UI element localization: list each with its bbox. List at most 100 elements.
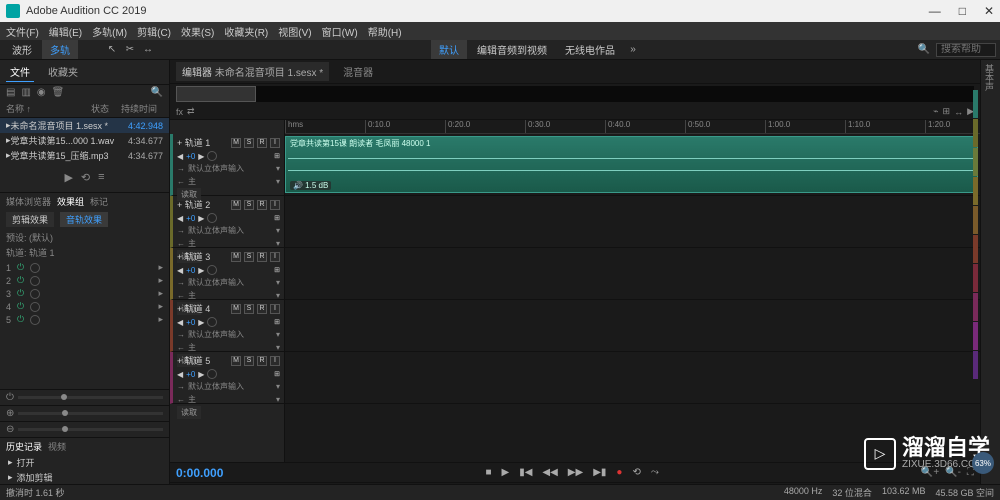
track-output[interactable]: 主	[188, 176, 196, 187]
menu-item[interactable]: 效果(S)	[181, 24, 214, 39]
solo-button[interactable]: S	[244, 356, 254, 366]
menu-item[interactable]: 剪辑(C)	[137, 24, 171, 39]
arm-button[interactable]: R	[257, 200, 267, 210]
record-button[interactable]: ●	[616, 467, 622, 478]
color-marker[interactable]	[973, 206, 978, 234]
search-help-input[interactable]	[936, 43, 996, 57]
file-row[interactable]: ▸ 党章共读第15_压缩.mp34:34.677	[0, 148, 169, 163]
track-header[interactable]: + 轨道 3MSRI ◀+0▶⊞ →默认立体声输入▾ ←主▾ 读取	[170, 248, 284, 300]
fx-slot[interactable]: 3⏻▸	[6, 287, 163, 300]
track-name[interactable]: + 轨道 5	[177, 354, 228, 367]
monitor-button[interactable]: I	[270, 200, 280, 210]
time-ruler[interactable]: hms0:10.00:20.00:30.00:40.00:50.01:00.01…	[285, 120, 980, 134]
go-end-button[interactable]: ▶▮	[593, 467, 606, 478]
arm-button[interactable]: R	[257, 356, 267, 366]
history-tab[interactable]: 历史记录	[6, 440, 42, 453]
overview-bar[interactable]	[176, 86, 974, 102]
color-marker[interactable]	[973, 148, 978, 176]
audio-clip[interactable]: 党章共读第15课 朗读者 毛凤丽 48000 1🔊 1.5 dB	[285, 136, 978, 193]
solo-button[interactable]: S	[244, 252, 254, 262]
track-lane[interactable]	[285, 196, 980, 248]
track-volume[interactable]: +0	[186, 266, 195, 275]
forward-button[interactable]: ▶▶	[568, 467, 583, 478]
track-input[interactable]: 默认立体声输入	[188, 225, 244, 236]
track-read[interactable]: 读取	[177, 406, 201, 419]
track-input[interactable]: 默认立体声输入	[188, 277, 244, 288]
workspace-edit-video[interactable]: 编辑音频到视频	[469, 40, 555, 59]
color-marker[interactable]	[973, 264, 978, 292]
fx-slot[interactable]: 5⏻▸	[6, 313, 163, 326]
markers-tab[interactable]: 标记	[90, 195, 108, 208]
track-output[interactable]: 主	[188, 238, 196, 249]
solo-button[interactable]: S	[244, 304, 254, 314]
multitrack-tab[interactable]: 多轨	[42, 40, 78, 59]
fx-slot[interactable]: 4⏻▸	[6, 300, 163, 313]
color-marker[interactable]	[973, 351, 978, 379]
track-volume[interactable]: +0	[186, 318, 195, 327]
solo-button[interactable]: S	[244, 138, 254, 148]
menu-item[interactable]: 文件(F)	[6, 24, 39, 39]
timecode[interactable]: 0:00.000	[176, 466, 223, 480]
track-output[interactable]: 主	[188, 342, 196, 353]
loop-button[interactable]: ⟲	[632, 467, 640, 478]
menu-item[interactable]: 编辑(E)	[49, 24, 82, 39]
monitor-button[interactable]: I	[270, 138, 280, 148]
close-button[interactable]: ✕	[984, 4, 994, 18]
eq-icon[interactable]: ⌁	[933, 106, 938, 117]
mixer-tab[interactable]: 混音器	[337, 62, 379, 81]
arm-button[interactable]: R	[257, 138, 267, 148]
track-lane[interactable]: 党章共读第15课 朗读者 毛凤丽 48000 1🔊 1.5 dB	[285, 134, 980, 196]
output-slider[interactable]	[18, 428, 163, 431]
track-output[interactable]: 主	[188, 290, 196, 301]
color-marker[interactable]	[973, 293, 978, 321]
editor-tab[interactable]: 编辑器 未命名混音项目 1.sesx *	[176, 62, 329, 81]
clip-effects-tab[interactable]: 剪辑效果	[6, 212, 54, 227]
fx-slot[interactable]: 2⏻▸	[6, 274, 163, 287]
track-input[interactable]: 默认立体声输入	[188, 163, 244, 174]
razor-tool-icon[interactable]: ✂	[122, 42, 138, 58]
mute-button[interactable]: M	[231, 138, 241, 148]
track-pan[interactable]	[207, 151, 217, 161]
media-browser-tab[interactable]: 媒体浏览器	[6, 195, 51, 208]
color-marker[interactable]	[973, 322, 978, 350]
play-button[interactable]: ▶	[502, 467, 510, 478]
monitor-button[interactable]: I	[270, 356, 280, 366]
video-tab[interactable]: 视频	[48, 440, 66, 453]
bypass-fx-icon[interactable]: ⏻	[6, 392, 14, 403]
monitor-button[interactable]: I	[270, 252, 280, 262]
workspace-radio[interactable]: 无线电作品	[557, 40, 623, 59]
history-item[interactable]: ▸添加剪辑	[0, 470, 169, 485]
files-tab[interactable]: 文件	[6, 62, 34, 82]
maximize-button[interactable]: □	[959, 4, 966, 18]
track-name[interactable]: + 轨道 3	[177, 250, 228, 263]
minimize-button[interactable]: —	[929, 4, 941, 18]
stop-button[interactable]: ■	[485, 467, 491, 478]
file-row[interactable]: ▸ 党章共读第15...000 1.wav4:34.677	[0, 133, 169, 148]
move-tool-icon[interactable]: ↖	[104, 42, 120, 58]
track-pan[interactable]	[207, 317, 217, 327]
monitor-button[interactable]: I	[270, 304, 280, 314]
track-name[interactable]: + 轨道 1	[177, 136, 228, 149]
effects-rack-tab[interactable]: 效果组	[57, 195, 84, 208]
mute-button[interactable]: M	[231, 200, 241, 210]
open-file-icon[interactable]: ▥	[21, 87, 30, 98]
track-volume[interactable]: +0	[186, 214, 195, 223]
track-volume[interactable]: +0	[186, 370, 195, 379]
track-lane[interactable]	[285, 248, 980, 300]
search-files-icon[interactable]: 🔍	[151, 87, 163, 98]
menu-item[interactable]: 收藏夹(R)	[224, 24, 268, 39]
mute-button[interactable]: M	[231, 304, 241, 314]
menu-item[interactable]: 帮助(H)	[368, 24, 402, 39]
color-marker[interactable]	[973, 177, 978, 205]
col-duration[interactable]: 持续时间	[121, 102, 163, 115]
delete-file-icon[interactable]: 🗑	[52, 87, 65, 98]
track-output[interactable]: 主	[188, 394, 196, 405]
new-file-icon[interactable]: ▤	[6, 87, 15, 98]
loop-icon[interactable]: ⟲	[81, 171, 90, 184]
track-header[interactable]: + 轨道 4MSRI ◀+0▶⊞ →默认立体声输入▾ ←主▾ 读取	[170, 300, 284, 352]
track-header[interactable]: + 轨道 5MSRI ◀+0▶⊞ →默认立体声输入▾ ←主▾ 读取	[170, 352, 284, 404]
col-name[interactable]: 名称 ↑	[6, 102, 91, 115]
auto-play-icon[interactable]: ≡	[98, 171, 104, 184]
track-pan[interactable]	[207, 369, 217, 379]
fx-slot[interactable]: 1⏻▸	[6, 261, 163, 274]
